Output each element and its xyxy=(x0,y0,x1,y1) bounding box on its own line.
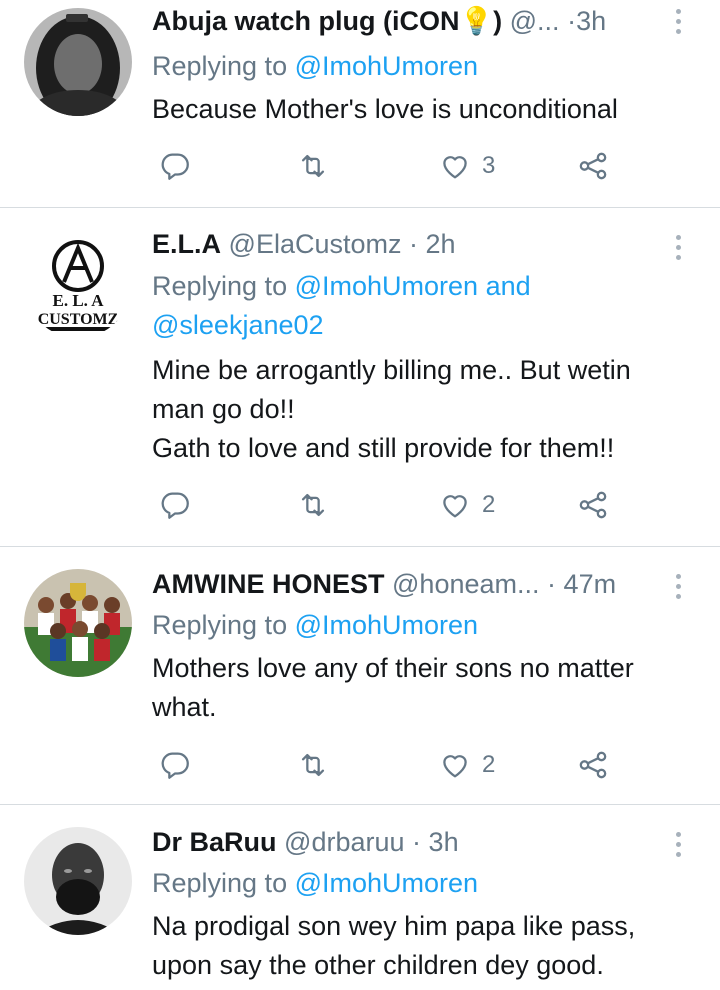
mention-link[interactable]: @ImohUmoren xyxy=(295,51,478,81)
tweet-text: Because Mother's love is unconditional xyxy=(152,90,690,129)
like-count: 2 xyxy=(482,491,496,518)
user-handle[interactable]: @honeam... xyxy=(392,569,540,599)
like-button[interactable]: 2 xyxy=(438,485,495,525)
like-count: 3 xyxy=(482,152,496,179)
display-name[interactable]: Abuja watch plug (iCON💡) xyxy=(152,6,502,36)
avatar[interactable]: E. L. A CUSTOMZ xyxy=(24,230,132,338)
reply-icon xyxy=(161,492,189,519)
user-handle[interactable]: @ElaCustomz xyxy=(229,229,402,259)
tweet[interactable]: AMWINE HONEST @honeam... · 47m Replying … xyxy=(0,547,720,805)
tweet-header: E.L.A @ElaCustomz · 2h xyxy=(152,226,660,262)
more-options-icon[interactable] xyxy=(666,4,690,44)
mention-link[interactable]: @sleekjane02 xyxy=(152,310,324,340)
tweet-text-line: Mine be arrogantly billing me.. But weti… xyxy=(152,355,631,385)
reply-button[interactable] xyxy=(158,146,192,186)
tweet-text-line: Mothers love any of their sons no matter xyxy=(152,653,634,683)
separator-dot: · xyxy=(547,569,557,599)
avatar[interactable] xyxy=(24,8,132,116)
replying-to-label: Replying to xyxy=(152,51,288,81)
share-button[interactable] xyxy=(576,485,610,525)
like-button[interactable]: 3 xyxy=(438,146,495,186)
reply-button[interactable] xyxy=(158,745,192,785)
user-handle[interactable]: @... xyxy=(510,6,560,36)
tweet-actions: 3 xyxy=(150,146,620,186)
share-icon xyxy=(579,152,607,180)
replying-to: Replying to @ImohUmoren and xyxy=(152,267,531,305)
separator-dot: · xyxy=(567,6,577,36)
share-icon xyxy=(579,491,607,519)
tweet-text-line: upon say the other children dey good. xyxy=(152,950,604,980)
reply-icon xyxy=(161,752,189,779)
replying-to: Replying to @ImohUmoren xyxy=(152,864,478,902)
avatar-logo-text: E. L. A xyxy=(52,291,104,310)
mention-link[interactable]: @ImohUmoren xyxy=(295,610,478,640)
tweet-text: Na prodigal son wey him papa like pass, … xyxy=(152,907,690,985)
share-button[interactable] xyxy=(576,146,610,186)
more-options-icon[interactable] xyxy=(666,230,690,270)
tweet-actions: 2 xyxy=(150,485,620,525)
like-icon xyxy=(443,156,467,179)
display-name[interactable]: AMWINE HONEST xyxy=(152,569,385,599)
tweet[interactable]: Dr BaRuu @drbaruu · 3h Replying to @Imoh… xyxy=(0,805,720,990)
retweet-icon xyxy=(301,493,325,517)
tweet-text-line: Gath to love and still provide for them!… xyxy=(152,433,615,463)
tweet-header: Abuja watch plug (iCON💡) @... ·3h xyxy=(152,3,660,39)
retweet-icon xyxy=(301,753,325,777)
tweet-text: Mothers love any of their sons no matter… xyxy=(152,649,690,727)
avatar[interactable] xyxy=(24,827,132,935)
separator-dot: · xyxy=(409,229,419,259)
mention-link[interactable]: @ImohUmoren xyxy=(295,868,478,898)
tweet-text-line: man go do!! xyxy=(152,394,295,424)
replying-to-label: Replying to xyxy=(152,271,288,301)
retweet-icon xyxy=(301,154,325,178)
timestamp[interactable]: 47m xyxy=(564,569,617,599)
user-handle[interactable]: @drbaruu xyxy=(284,827,404,857)
replying-to-label: Replying to xyxy=(152,868,288,898)
tweet-header: AMWINE HONEST @honeam... · 47m xyxy=(152,566,660,602)
avatar[interactable] xyxy=(24,569,132,677)
tweet-text-line: what. xyxy=(152,692,217,722)
tweet[interactable]: E. L. A CUSTOMZ E.L.A @ElaCustomz · 2h R… xyxy=(0,208,720,547)
tweet-header: Dr BaRuu @drbaruu · 3h xyxy=(152,824,660,860)
timestamp[interactable]: 2h xyxy=(426,229,456,259)
share-icon xyxy=(579,751,607,779)
separator-dot: · xyxy=(412,827,422,857)
tweet-text-line: Because Mother's love is unconditional xyxy=(152,94,618,124)
tweet-actions: 2 xyxy=(150,745,620,785)
more-options-icon[interactable] xyxy=(666,569,690,609)
retweet-button[interactable] xyxy=(296,485,330,525)
tweet[interactable]: Abuja watch plug (iCON💡) @... ·3h Replyi… xyxy=(0,0,720,208)
more-options-icon[interactable] xyxy=(666,827,690,867)
replying-to: Replying to @ImohUmoren xyxy=(152,47,478,85)
like-count: 2 xyxy=(482,751,496,778)
replying-to-label: Replying to xyxy=(152,610,288,640)
retweet-button[interactable] xyxy=(296,146,330,186)
share-button[interactable] xyxy=(576,745,610,785)
reply-button[interactable] xyxy=(158,485,192,525)
like-icon xyxy=(443,495,467,518)
mention-link[interactable]: @ImohUmoren and xyxy=(295,271,531,301)
timestamp[interactable]: 3h xyxy=(576,6,606,36)
tweet-text-line: Na prodigal son wey him papa like pass, xyxy=(152,911,636,941)
retweet-button[interactable] xyxy=(296,745,330,785)
timestamp[interactable]: 3h xyxy=(429,827,459,857)
display-name[interactable]: E.L.A xyxy=(152,229,221,259)
replying-to: Replying to @ImohUmoren xyxy=(152,606,478,644)
like-button[interactable]: 2 xyxy=(438,745,495,785)
reply-icon xyxy=(161,153,189,180)
display-name[interactable]: Dr BaRuu xyxy=(152,827,277,857)
tweet-text: Mine be arrogantly billing me.. But weti… xyxy=(152,351,690,468)
replying-to-continued: @sleekjane02 xyxy=(152,306,324,344)
like-icon xyxy=(443,755,467,778)
avatar-logo-text: CUSTOMZ xyxy=(38,311,119,328)
